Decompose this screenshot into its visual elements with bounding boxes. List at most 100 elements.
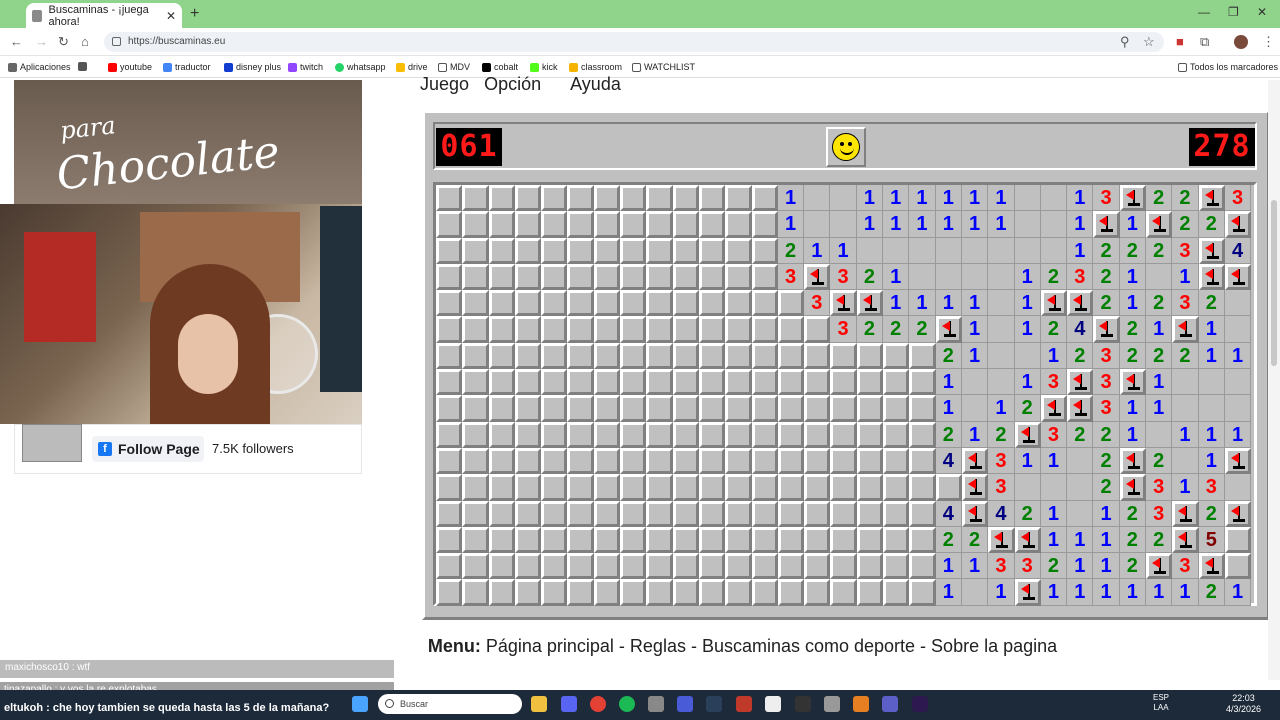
covered-cell[interactable] xyxy=(804,553,831,580)
flag-icon[interactable] xyxy=(1198,553,1225,580)
spotify-icon[interactable] xyxy=(619,696,635,712)
menu-links[interactable]: Página principal - Reglas - Buscaminas c… xyxy=(486,636,1057,656)
number-cell[interactable]: 1 xyxy=(1067,553,1094,580)
number-cell[interactable]: 1 xyxy=(1146,316,1173,343)
number-cell[interactable]: 2 xyxy=(1172,185,1199,212)
covered-cell[interactable] xyxy=(646,553,673,580)
number-cell[interactable]: 1 xyxy=(1146,579,1173,606)
empty-cell[interactable] xyxy=(1040,211,1068,238)
number-cell[interactable]: 2 xyxy=(1093,237,1120,264)
covered-cell[interactable] xyxy=(567,369,594,396)
number-cell[interactable]: 1 xyxy=(1119,395,1147,422)
number-cell[interactable]: 3 xyxy=(1093,185,1120,212)
covered-cell[interactable] xyxy=(856,421,884,448)
covered-cell[interactable] xyxy=(593,421,621,448)
covered-cell[interactable] xyxy=(751,474,778,501)
number-cell[interactable]: 3 xyxy=(804,290,831,317)
empty-cell[interactable] xyxy=(909,263,936,291)
covered-cell[interactable] xyxy=(751,553,778,580)
follow-page-button[interactable]: f Follow Page xyxy=(92,436,204,462)
taskbar-search[interactable]: Buscar xyxy=(378,694,522,714)
covered-cell[interactable] xyxy=(672,290,699,317)
bookmark-kick[interactable]: kick xyxy=(530,62,558,72)
covered-cell[interactable] xyxy=(909,500,936,527)
number-cell[interactable]: 1 xyxy=(804,237,831,264)
covered-cell[interactable] xyxy=(672,500,699,527)
number-cell[interactable]: 5 xyxy=(1198,526,1225,554)
covered-cell[interactable] xyxy=(436,421,463,448)
covered-cell[interactable] xyxy=(462,263,489,291)
number-cell[interactable]: 1 xyxy=(961,185,989,212)
covered-cell[interactable] xyxy=(909,395,936,422)
covered-cell[interactable] xyxy=(698,421,726,448)
covered-cell[interactable] xyxy=(672,553,699,580)
flag-icon[interactable] xyxy=(961,474,989,501)
covered-cell[interactable] xyxy=(777,369,805,396)
covered-cell[interactable] xyxy=(541,211,568,238)
covered-cell[interactable] xyxy=(777,526,805,554)
covered-cell[interactable] xyxy=(567,474,594,501)
empty-cell[interactable] xyxy=(1172,369,1199,396)
covered-cell[interactable] xyxy=(593,447,621,475)
number-cell[interactable]: 1 xyxy=(883,290,910,317)
chrome-icon[interactable] xyxy=(590,696,606,712)
number-cell[interactable]: 3 xyxy=(988,447,1015,475)
covered-cell[interactable] xyxy=(567,421,594,448)
number-cell[interactable]: 2 xyxy=(1198,500,1225,527)
number-cell[interactable]: 1 xyxy=(1067,526,1094,554)
number-cell[interactable]: 1 xyxy=(883,211,910,238)
covered-cell[interactable] xyxy=(698,447,726,475)
empty-cell[interactable] xyxy=(1067,474,1094,501)
covered-cell[interactable] xyxy=(436,579,463,606)
covered-cell[interactable] xyxy=(462,211,489,238)
covered-cell[interactable] xyxy=(541,447,568,475)
number-cell[interactable]: 2 xyxy=(1014,500,1041,527)
flag-icon[interactable] xyxy=(1119,369,1147,396)
number-cell[interactable]: 1 xyxy=(1198,316,1225,343)
flag-icon[interactable] xyxy=(1067,290,1094,317)
covered-cell[interactable] xyxy=(830,553,857,580)
covered-cell[interactable] xyxy=(672,369,699,396)
covered-cell[interactable] xyxy=(567,263,594,291)
covered-cell[interactable] xyxy=(909,447,936,475)
empty-cell[interactable] xyxy=(935,237,962,264)
empty-cell[interactable] xyxy=(1172,395,1199,422)
empty-cell[interactable] xyxy=(961,237,989,264)
covered-cell[interactable] xyxy=(646,395,673,422)
number-cell[interactable]: 2 xyxy=(777,237,805,264)
covered-cell[interactable] xyxy=(909,526,936,554)
scrollbar-thumb[interactable] xyxy=(1271,200,1277,366)
flag-icon[interactable] xyxy=(1014,421,1041,448)
covered-cell[interactable] xyxy=(672,526,699,554)
number-cell[interactable]: 4 xyxy=(988,500,1015,527)
covered-cell[interactable] xyxy=(777,474,805,501)
covered-cell[interactable] xyxy=(593,395,621,422)
bookmark-aplicaciones[interactable]: Aplicaciones xyxy=(8,62,71,72)
empty-cell[interactable] xyxy=(1146,263,1173,291)
covered-cell[interactable] xyxy=(725,211,752,238)
covered-cell[interactable] xyxy=(751,211,778,238)
covered-cell[interactable] xyxy=(751,369,778,396)
number-cell[interactable]: 2 xyxy=(1146,447,1173,475)
covered-cell[interactable] xyxy=(698,290,726,317)
covered-cell[interactable] xyxy=(777,342,805,370)
covered-cell[interactable] xyxy=(436,342,463,370)
forward-icon[interactable]: → xyxy=(35,34,48,49)
empty-cell[interactable] xyxy=(830,211,857,238)
extension-icon[interactable]: ■ xyxy=(1176,34,1184,49)
number-cell[interactable]: 1 xyxy=(988,185,1015,212)
covered-cell[interactable] xyxy=(514,316,542,343)
covered-cell[interactable] xyxy=(909,421,936,448)
covered-cell[interactable] xyxy=(909,579,936,606)
number-cell[interactable]: 2 xyxy=(1146,290,1173,317)
covered-cell[interactable] xyxy=(514,211,542,238)
covered-cell[interactable] xyxy=(751,579,778,606)
number-cell[interactable]: 1 xyxy=(777,211,805,238)
empty-cell[interactable] xyxy=(1224,316,1252,343)
covered-cell[interactable] xyxy=(672,447,699,475)
minimize-icon[interactable]: — xyxy=(1198,5,1210,19)
number-cell[interactable]: 2 xyxy=(1172,342,1199,370)
number-cell[interactable]: 1 xyxy=(1014,316,1041,343)
covered-cell[interactable] xyxy=(436,290,463,317)
covered-cell[interactable] xyxy=(488,474,515,501)
